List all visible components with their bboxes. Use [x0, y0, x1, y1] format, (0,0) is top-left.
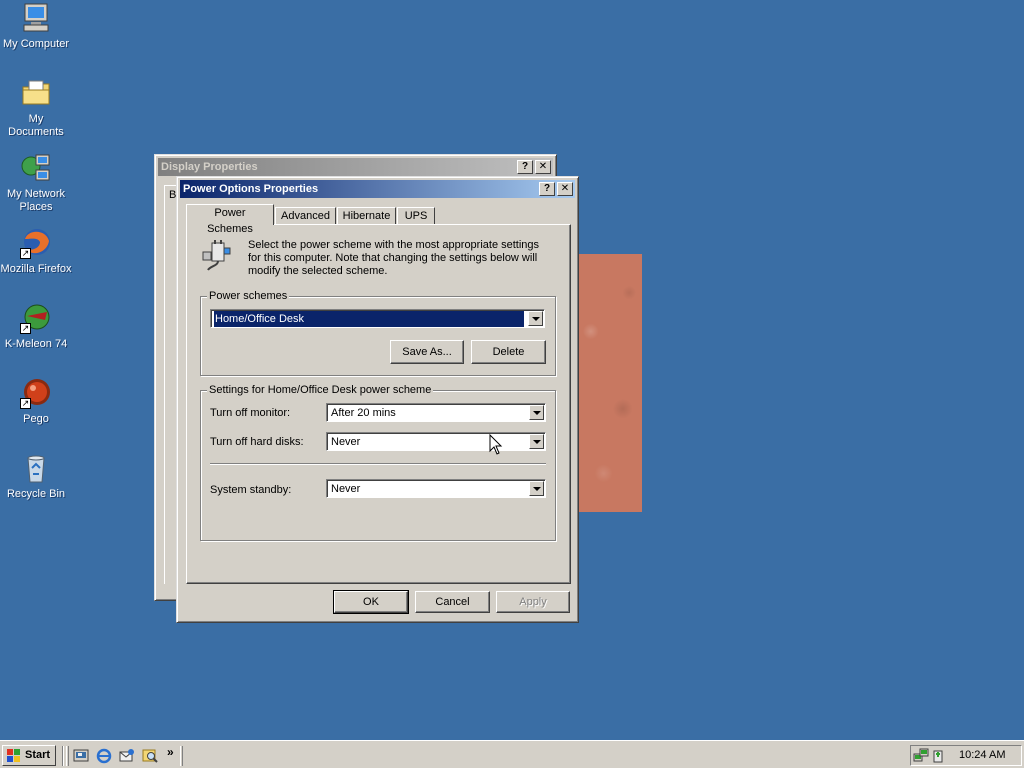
turn-off-monitor-select[interactable]: After 20 mins [326, 403, 546, 422]
turn-off-hard-disks-label: Turn off hard disks: [210, 436, 304, 448]
shortcut-arrow-icon: ↗ [20, 398, 31, 409]
desktop-icon-label: Recycle Bin [6, 488, 66, 500]
desktop-icon-my-documents[interactable]: My Documents [0, 77, 72, 139]
window-title: Power Options Properties [183, 183, 319, 195]
turn-off-monitor-label: Turn off monitor: [210, 407, 291, 419]
desktop-icon-kmeleon[interactable]: ↗ K-Meleon 74 [0, 302, 72, 351]
start-label: Start [25, 749, 51, 761]
power-meter-icon[interactable] [930, 748, 946, 764]
shortcut-arrow-icon: ↗ [20, 323, 31, 334]
dropdown-arrow-icon[interactable] [529, 481, 544, 496]
quicklaunch-chevron[interactable]: » [167, 745, 174, 759]
system-standby-label: System standby: [210, 484, 292, 496]
delete-button[interactable]: Delete [471, 340, 546, 364]
toolbar-grip[interactable] [66, 746, 69, 766]
my-documents-icon [20, 77, 52, 109]
selected-value: Home/Office Desk [214, 311, 524, 327]
desktop-icon-label: Mozilla Firefox [0, 263, 72, 275]
desktop-icon-recycle-bin[interactable]: Recycle Bin [0, 452, 72, 501]
toolbar-separator [62, 746, 64, 766]
taskbar: Start » 10:24 AM [0, 740, 1024, 768]
search-icon[interactable] [142, 748, 158, 764]
ok-button[interactable]: OK [333, 590, 409, 614]
shortcut-arrow-icon: ↗ [20, 248, 31, 259]
desktop-icon-label: K-Meleon 74 [4, 338, 68, 350]
kmeleon-icon: ↗ [20, 302, 52, 334]
apply-button[interactable]: Apply [496, 591, 570, 613]
power-scheme-select[interactable]: Home/Office Desk [210, 309, 545, 328]
system-tray: 10:24 AM [910, 745, 1022, 766]
tab-advanced[interactable]: Advanced [275, 207, 336, 225]
start-button[interactable]: Start [2, 745, 56, 766]
pego-icon: ↗ [20, 377, 52, 409]
clock[interactable]: 10:24 AM [959, 749, 1005, 761]
show-desktop-icon[interactable] [73, 748, 89, 764]
desktop-icon-label: My Computer [2, 38, 70, 50]
help-button[interactable]: ? [517, 160, 533, 174]
save-as-button[interactable]: Save As... [390, 340, 464, 364]
system-standby-select[interactable]: Never [326, 479, 546, 498]
window-title: Display Properties [161, 161, 258, 173]
dropdown-arrow-icon[interactable] [529, 434, 544, 449]
help-button[interactable]: ? [539, 182, 555, 196]
desktop-icon-firefox[interactable]: ↗ Mozilla Firefox [0, 227, 72, 276]
selected-value: Never [331, 483, 361, 495]
power-schemes-group: Power schemes [200, 290, 556, 376]
mouse-cursor-icon [489, 433, 503, 456]
network-places-icon [20, 152, 52, 184]
power-scheme-description: Select the power scheme with the most ap… [248, 239, 540, 277]
turn-off-hard-disks-select[interactable]: Never [326, 432, 546, 451]
divider [210, 463, 546, 465]
desktop-icon-label: My Network Places [6, 188, 66, 213]
my-computer-icon [20, 2, 52, 34]
desktop-icon-network-places[interactable]: My Network Places [0, 152, 72, 214]
tab-power-schemes[interactable]: Power Schemes [186, 204, 274, 235]
selected-value: After 20 mins [331, 407, 396, 419]
dropdown-arrow-icon[interactable] [529, 405, 544, 420]
tab-hibernate[interactable]: Hibernate [337, 207, 396, 225]
firefox-icon: ↗ [20, 227, 52, 259]
tab-ups[interactable]: UPS [397, 207, 435, 225]
display-properties-titlebar[interactable]: Display Properties ? ✕ [158, 158, 553, 176]
group-label: Power schemes [207, 290, 290, 302]
power-options-titlebar[interactable]: Power Options Properties ? ✕ [180, 180, 575, 198]
cancel-button[interactable]: Cancel [415, 591, 490, 613]
desktop-icon-label: Pego [23, 413, 49, 425]
network-connection-icon[interactable] [913, 748, 929, 764]
internet-explorer-icon[interactable] [96, 748, 112, 764]
group-label: Settings for Home/Office Desk power sche… [207, 384, 434, 396]
desktop-icon-label: My Documents [8, 113, 64, 138]
power-plug-icon [200, 238, 234, 272]
close-button[interactable]: ✕ [535, 160, 551, 174]
desktop-icon-pego[interactable]: ↗ Pego [0, 377, 72, 426]
outlook-express-icon[interactable] [119, 748, 135, 764]
recycle-bin-icon [20, 452, 52, 484]
close-button[interactable]: ✕ [557, 182, 573, 196]
toolbar-grip[interactable] [180, 746, 183, 766]
desktop-icon-my-computer[interactable]: My Computer [0, 2, 72, 51]
windows-logo-icon [7, 749, 21, 762]
dropdown-arrow-icon[interactable] [528, 311, 543, 326]
wallpaper-fragment [578, 254, 642, 512]
desktop: My Computer My Documents My Network Plac… [0, 0, 1024, 740]
